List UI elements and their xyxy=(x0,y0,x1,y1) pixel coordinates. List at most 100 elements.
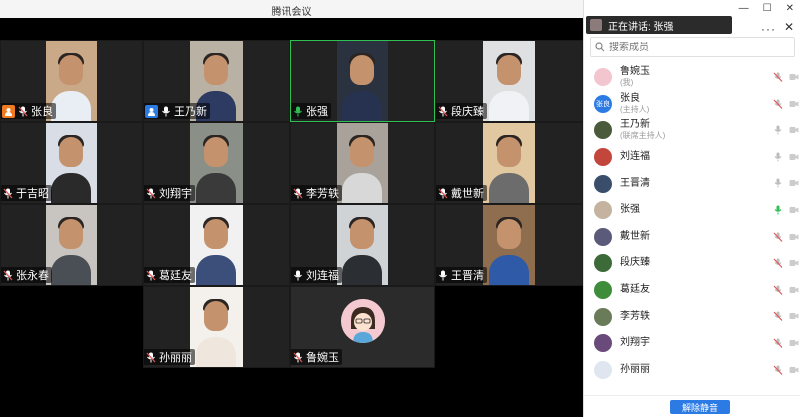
mic-muted-icon xyxy=(17,105,29,117)
member-name: 孙丽丽 xyxy=(620,363,650,375)
camera-off-icon[interactable] xyxy=(789,179,799,187)
camera-off-icon[interactable] xyxy=(789,153,799,161)
video-tile[interactable]: 段庆臻 xyxy=(435,40,583,122)
cohost-icon xyxy=(145,104,158,118)
host-icon xyxy=(2,104,15,118)
member-row[interactable]: 刘翔宇 xyxy=(584,330,800,357)
mic-icon[interactable] xyxy=(773,178,783,188)
member-row[interactable]: 李芳轶 xyxy=(584,303,800,330)
mic-icon[interactable] xyxy=(773,125,783,135)
mic-muted-icon xyxy=(292,187,304,199)
member-list: 鲁婉玉 (我) 张良 张良 (主持人) 王乃新 (联席主持人) 刘连福 王晋清 xyxy=(584,64,800,383)
video-feed xyxy=(336,205,389,285)
mic-muted-icon xyxy=(2,269,14,281)
participant-label: 张永春 xyxy=(1,267,52,283)
participant-name: 王乃新 xyxy=(174,106,207,118)
camera-off-icon[interactable] xyxy=(789,126,799,134)
participant-label: 李芳轶 xyxy=(291,185,342,201)
window-title: 腾讯会议 xyxy=(271,7,312,18)
video-grid: 张良 王乃新 张强 段庆臻于吉昭 刘翔宇 李芳轶 戴世新张永春 葛廷友 刘连福 王晋清孙丽丽 鲁婉玉 xyxy=(0,18,583,417)
member-name: 鲁婉玉 xyxy=(620,66,650,78)
video-feed xyxy=(482,123,536,203)
participant-name: 孙丽丽 xyxy=(159,352,192,364)
camera-off-icon[interactable] xyxy=(789,286,799,294)
participant-label: 刘连福 xyxy=(291,267,342,283)
video-tile[interactable]: 刘翔宇 xyxy=(143,122,290,204)
member-row[interactable]: 王晋清 xyxy=(584,170,800,197)
video-tile[interactable]: 葛廷友 xyxy=(143,204,290,286)
camera-off-icon[interactable] xyxy=(789,100,799,108)
video-tile[interactable]: 张永春 xyxy=(0,204,143,286)
participant-name: 于吉昭 xyxy=(16,188,49,200)
camera-off-icon[interactable] xyxy=(789,73,799,81)
camera-off-icon[interactable] xyxy=(789,206,799,214)
camera-off-icon[interactable] xyxy=(789,233,799,241)
video-tile[interactable]: 张良 xyxy=(0,40,143,122)
member-row[interactable]: 鲁婉玉 (我) xyxy=(584,64,800,91)
member-avatar xyxy=(594,121,612,140)
mic-muted-icon[interactable] xyxy=(773,285,783,295)
video-feed xyxy=(46,205,97,285)
video-tile[interactable]: 李芳轶 xyxy=(290,122,435,204)
avatar xyxy=(340,299,385,343)
speaker-avatar-icon xyxy=(590,19,602,31)
member-row[interactable]: 段庆臻 xyxy=(584,250,800,277)
member-name: 张强 xyxy=(620,204,640,216)
mic-muted-icon[interactable] xyxy=(773,338,783,348)
mic-icon xyxy=(292,269,304,281)
member-search[interactable] xyxy=(590,37,795,57)
member-avatar xyxy=(594,201,612,220)
camera-off-icon[interactable] xyxy=(789,259,799,267)
unmute-all-button[interactable]: 解除静音 xyxy=(670,400,730,414)
mic-icon[interactable] xyxy=(773,152,783,162)
mic-muted-icon[interactable] xyxy=(773,311,783,322)
video-tile[interactable]: 鲁婉玉 xyxy=(290,286,435,368)
participant-name: 刘翔宇 xyxy=(159,188,192,200)
participant-label: 于吉昭 xyxy=(1,185,52,201)
video-tile[interactable]: 王乃新 xyxy=(143,40,290,122)
close-window-icon[interactable]: ✕ xyxy=(786,3,794,14)
video-tile[interactable]: 戴世新 xyxy=(435,122,583,204)
speaking-indicator: 正在讲话: 张强 xyxy=(586,16,732,34)
camera-off-icon[interactable] xyxy=(789,312,799,320)
maximize-icon[interactable]: ☐ xyxy=(763,3,772,14)
member-row[interactable]: 张强 xyxy=(584,197,800,224)
member-row[interactable]: 葛廷友 xyxy=(584,277,800,304)
participant-label: 张良 xyxy=(1,103,56,119)
video-feed xyxy=(482,205,536,285)
video-tile[interactable]: 于吉昭 xyxy=(0,122,143,204)
member-row[interactable]: 张良 张良 (主持人) xyxy=(584,91,800,118)
member-row[interactable]: 刘连福 xyxy=(584,144,800,171)
video-tile[interactable]: 王晋清 xyxy=(435,204,583,286)
video-tile[interactable]: 刘连福 xyxy=(290,204,435,286)
participant-name: 鲁婉玉 xyxy=(306,352,339,364)
member-name: 段庆臻 xyxy=(620,257,650,269)
member-row[interactable]: 孙丽丽 xyxy=(584,357,800,384)
mic-muted-icon xyxy=(2,187,14,199)
mic-muted-icon[interactable] xyxy=(773,232,783,242)
minimize-icon[interactable]: — xyxy=(739,3,749,14)
member-role: (我) xyxy=(620,78,634,88)
member-avatar xyxy=(594,174,612,193)
members-panel: — ☐ ✕ 正在讲话: 张强 ··· ✕ 鲁婉玉 (我) 张良 张良 (主持人) xyxy=(583,0,800,417)
participant-name: 刘连福 xyxy=(306,270,339,282)
mic-muted-icon[interactable] xyxy=(773,258,783,269)
video-tile[interactable]: 孙丽丽 xyxy=(143,286,290,368)
member-row[interactable]: 戴世新 xyxy=(584,224,800,251)
mic-icon[interactable] xyxy=(773,205,783,215)
participant-label: 鲁婉玉 xyxy=(291,349,342,365)
mic-muted-icon xyxy=(437,105,449,117)
search-input[interactable] xyxy=(609,41,789,53)
member-avatar xyxy=(594,227,612,246)
mic-muted-icon[interactable] xyxy=(773,99,783,109)
mic-muted-icon[interactable] xyxy=(773,365,783,375)
camera-off-icon[interactable] xyxy=(789,366,799,374)
mic-muted-icon[interactable] xyxy=(773,72,783,82)
mic-muted-icon xyxy=(145,187,157,199)
camera-off-icon[interactable] xyxy=(789,339,799,347)
more-icon[interactable]: ··· xyxy=(761,22,776,36)
video-tile[interactable]: 张强 xyxy=(290,40,435,122)
participant-label: 王晋清 xyxy=(436,267,487,283)
member-row[interactable]: 王乃新 (联席主持人) xyxy=(584,117,800,144)
close-panel-icon[interactable]: ✕ xyxy=(784,20,794,34)
